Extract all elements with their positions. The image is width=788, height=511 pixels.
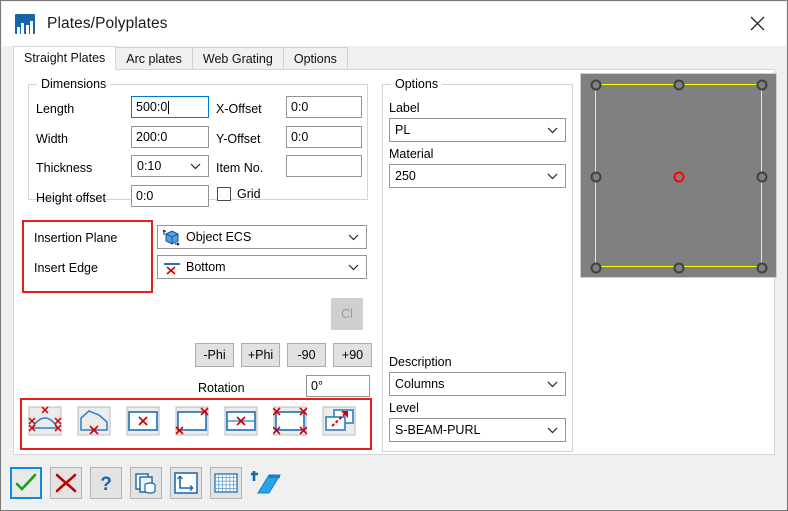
material-combo[interactable]: 250 <box>389 164 566 188</box>
handle-bottom-left[interactable] <box>590 262 602 274</box>
thickness-combo[interactable]: 0:10 <box>131 155 209 177</box>
thickness-label: Thickness <box>36 161 93 175</box>
help-question-icon[interactable]: ? <box>90 467 122 499</box>
level-combo[interactable]: S-BEAM-PURL <box>389 418 566 442</box>
plus-phi-button[interactable]: +Phi <box>241 343 280 367</box>
insert-edge-combo[interactable]: Bottom <box>157 255 367 279</box>
level-value: S-BEAM-PURL <box>395 423 481 437</box>
item-no-label: Item No. <box>216 161 264 175</box>
x-offset-input[interactable]: 0:0 <box>286 96 362 118</box>
label-combo[interactable]: PL <box>389 118 566 142</box>
text-caret <box>168 100 170 114</box>
insert-mode-arc-plate-corners[interactable] <box>26 404 64 438</box>
length-label: Length <box>36 102 75 116</box>
dimensions-group-title: Dimensions <box>37 77 111 91</box>
grid-checkbox[interactable]: Grid <box>217 187 261 201</box>
rotation-input[interactable]: 0° <box>306 375 370 397</box>
window-title: Plates/Polyplates <box>47 15 168 32</box>
insert-edge-value: Bottom <box>186 260 226 274</box>
insertion-plane-combo[interactable]: Object ECS <box>157 225 367 249</box>
y-offset-value: 0:0 <box>291 130 309 144</box>
tab-straight-plates[interactable]: Straight Plates <box>13 46 117 70</box>
grid-label: Grid <box>237 187 261 201</box>
height-offset-input[interactable]: 0:0 <box>131 185 209 207</box>
label-value: PL <box>395 123 411 137</box>
width-input[interactable]: 200:0 <box>131 126 209 148</box>
material-label: Material <box>389 147 434 161</box>
building-icon <box>15 14 35 34</box>
description-combo[interactable]: Columns <box>389 372 566 396</box>
chevron-down-icon <box>547 423 558 437</box>
handle-middle-left[interactable] <box>590 171 602 183</box>
grid-checkbox-box[interactable] <box>217 187 231 201</box>
bottom-edge-icon <box>163 261 181 278</box>
handle-top-center[interactable] <box>673 79 685 91</box>
tab-arc-plates[interactable]: Arc plates <box>115 47 193 70</box>
length-value: 500:0 <box>136 100 168 114</box>
height-offset-value: 0:0 <box>136 189 154 203</box>
chevron-down-icon <box>348 230 359 244</box>
rotation-label: Rotation <box>198 381 245 395</box>
material-value: 250 <box>395 169 416 183</box>
chevron-down-icon <box>547 123 558 137</box>
chevron-down-icon <box>547 169 558 183</box>
item-no-input[interactable] <box>286 155 362 177</box>
minus-90-button[interactable]: -90 <box>287 343 326 367</box>
object-ecs-icon <box>162 229 180 249</box>
insertion-plane-label: Insertion Plane <box>34 231 118 245</box>
insert-mode-plate-four-corners[interactable] <box>271 404 309 438</box>
x-offset-value: 0:0 <box>291 100 309 114</box>
close-icon[interactable] <box>734 2 780 44</box>
insert-mode-plate-copy-arrow[interactable] <box>320 404 358 438</box>
insert-mode-polyplate-bottom-point[interactable] <box>75 404 113 438</box>
options-group-title: Options <box>391 77 443 91</box>
handle-bottom-center[interactable] <box>673 262 685 274</box>
apply-ok-icon[interactable] <box>10 467 42 499</box>
copy-properties-icon[interactable] <box>130 467 162 499</box>
insertion-point-marker <box>673 171 685 183</box>
insert-mode-plate-midline-point[interactable] <box>222 404 260 438</box>
description-value: Columns <box>395 377 445 391</box>
tab-strip: Straight Plates Arc plates Web Grating O… <box>13 46 775 70</box>
insert-mode-plate-center-point[interactable] <box>124 404 162 438</box>
insertion-plane-value: Object ECS <box>186 230 252 244</box>
width-label: Width <box>36 132 68 146</box>
handle-bottom-right[interactable] <box>756 262 768 274</box>
plus-90-button[interactable]: +90 <box>333 343 372 367</box>
height-offset-label: Height offset <box>36 191 106 205</box>
3d-plate-icon[interactable] <box>250 467 282 499</box>
x-offset-label: X-Offset <box>216 102 262 116</box>
minus-phi-button[interactable]: -Phi <box>195 343 234 367</box>
level-label: Level <box>389 401 419 415</box>
handle-middle-right[interactable] <box>756 171 768 183</box>
grid-table-icon[interactable] <box>210 467 242 499</box>
tab-web-grating[interactable]: Web Grating <box>191 47 284 70</box>
title-bar: Plates/Polyplates <box>2 2 786 46</box>
plates-polyplates-dialog: Plates/Polyplates Straight Plates Arc pl… <box>0 0 788 511</box>
cancel-x-icon[interactable] <box>50 467 82 499</box>
insert-mode-plate-corner-points[interactable] <box>173 404 211 438</box>
straight-plates-page: Dimensions Length 500:0 X-Offset 0:0 Wid… <box>13 69 777 455</box>
handle-top-left[interactable] <box>590 79 602 91</box>
chevron-down-icon <box>547 377 558 391</box>
thickness-value: 0:10 <box>137 159 162 173</box>
y-offset-label: Y-Offset <box>216 132 261 146</box>
rotation-value: 0° <box>311 379 323 393</box>
length-input[interactable]: 500:0 <box>131 96 209 118</box>
ucs-axes-icon[interactable] <box>170 467 202 499</box>
plate-preview <box>580 73 777 278</box>
chevron-down-icon <box>190 159 201 173</box>
svg-text:?: ? <box>100 474 112 494</box>
chevron-down-icon <box>348 260 359 274</box>
description-label: Description <box>389 355 452 369</box>
label-label: Label <box>389 101 420 115</box>
bottom-toolbar: ? <box>2 457 786 509</box>
cl-button[interactable]: Cl <box>331 298 363 330</box>
handle-top-right[interactable] <box>756 79 768 91</box>
insert-edge-label: Insert Edge <box>34 261 98 275</box>
y-offset-input[interactable]: 0:0 <box>286 126 362 148</box>
tab-options[interactable]: Options <box>282 47 348 70</box>
width-value: 200:0 <box>136 130 168 144</box>
